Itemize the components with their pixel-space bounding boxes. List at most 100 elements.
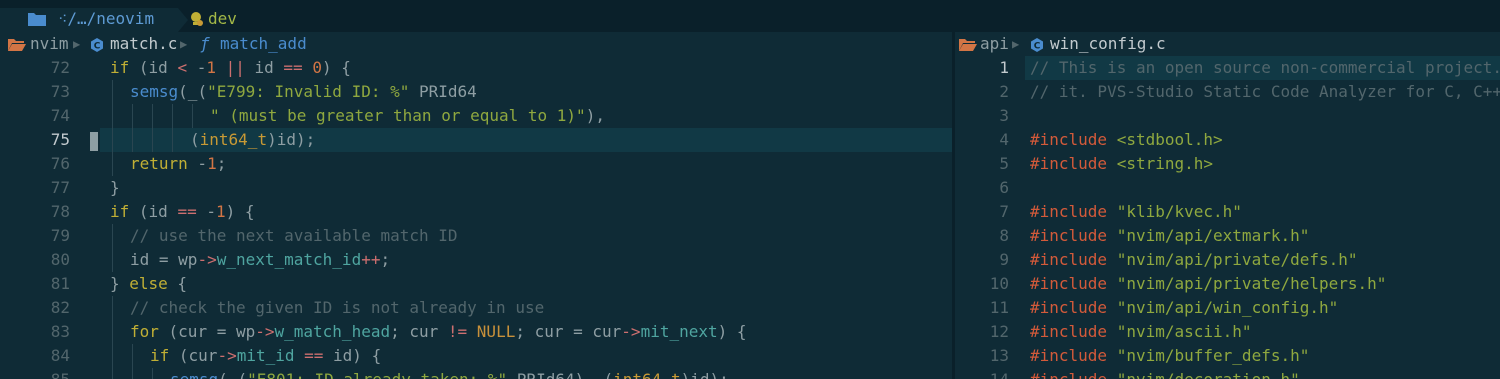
code-line[interactable]: 81 } else {: [0, 272, 952, 296]
code-text: #include "nvim/decoration.h": [1030, 370, 1300, 379]
tab-branch[interactable]: dev: [178, 8, 258, 32]
breadcrumb-file[interactable]: match.c: [110, 34, 177, 53]
line-number: 85: [0, 370, 70, 379]
right-winbar: api ▶ C win_config.c: [955, 32, 1500, 56]
code-line[interactable]: 73 semsg(_("E799: Invalid ID: %" PRId64: [0, 80, 952, 104]
folder-icon: [28, 13, 46, 26]
breadcrumb-chevron-icon: ▶: [73, 37, 81, 51]
code-line[interactable]: 77}: [0, 176, 952, 200]
indent-guide: [112, 224, 113, 248]
line-number: 12: [989, 322, 1009, 341]
breadcrumb-symbol[interactable]: match_add: [220, 34, 307, 53]
svg-text:C: C: [1034, 42, 1041, 52]
line-number: 80: [50, 250, 70, 269]
line-number: 3: [999, 106, 1009, 125]
code-line[interactable]: 1 // This is an open source non-commercia…: [955, 56, 1500, 80]
code-line[interactable]: 7 #include "klib/kvec.h": [955, 200, 1500, 224]
tab-cwd-label: ⁖/…/neovim: [58, 9, 155, 28]
breadcrumb-dir[interactable]: nvim: [30, 34, 69, 53]
line-number: 5: [999, 154, 1009, 173]
code-line[interactable]: 74 " (must be greater than or equal to 1)…: [0, 104, 952, 128]
line-number: 76: [50, 154, 70, 173]
code-line[interactable]: 2 // it. PVS-Studio Static Code Analyzer …: [955, 80, 1500, 104]
code-text: // it. PVS-Studio Static Code Analyzer f…: [1030, 82, 1500, 101]
code-line[interactable]: 75 (int64_t)id);: [0, 128, 952, 152]
editor-pane-left[interactable]: 72 if (id < -1 || id == 0) { 73 semsg(_("E7…: [0, 56, 952, 379]
code-text: } else {: [110, 274, 188, 293]
indent-guide: [172, 104, 173, 128]
editor-pane-right[interactable]: 1 // This is an open source non-commercia…: [955, 56, 1500, 379]
code-line[interactable]: 76 return -1;: [0, 152, 952, 176]
code-line[interactable]: 83 for (cur = wp->w_match_head; cur != NU…: [0, 320, 952, 344]
line-number: 13: [989, 346, 1009, 365]
code-line[interactable]: 78 if (id == -1) {: [0, 200, 952, 224]
indent-guide: [112, 248, 113, 272]
code-line[interactable]: 9 #include "nvim/api/private/defs.h": [955, 248, 1500, 272]
code-line[interactable]: 80 id = wp->w_next_match_id++;: [0, 248, 952, 272]
line-number: 4: [999, 130, 1009, 149]
code-text: #include <stdbool.h>: [1030, 130, 1223, 149]
line-number: 77: [50, 178, 70, 197]
line-number: 79: [50, 226, 70, 245]
code-line[interactable]: 10 #include "nvim/api/private/helpers.h": [955, 272, 1500, 296]
indent-guide: [112, 368, 113, 379]
line-number: 81: [50, 274, 70, 293]
line-number: 6: [999, 178, 1009, 197]
code-text: #include "klib/kvec.h": [1030, 202, 1242, 221]
code-line[interactable]: 13 #include "nvim/buffer_defs.h": [955, 344, 1500, 368]
indent-guide: [152, 104, 153, 128]
code-text: if (id == -1) {: [110, 202, 255, 221]
left-winbar: nvim ▶ C match.c ▶ ƒ match_add: [0, 32, 952, 56]
code-text: #include <string.h>: [1030, 154, 1214, 173]
breadcrumb-chevron-icon: ▶: [1012, 37, 1020, 51]
indent-guide: [112, 128, 113, 152]
line-number: 7: [999, 202, 1009, 221]
line-number: 72: [50, 58, 70, 77]
code-line[interactable]: 6: [955, 176, 1500, 200]
code-text: // check the given ID is not already in …: [130, 298, 545, 317]
breadcrumb-dir[interactable]: api: [980, 34, 1009, 53]
code-text: #include "nvim/api/private/helpers.h": [1030, 274, 1387, 293]
indent-guide: [132, 368, 133, 379]
line-number: 8: [999, 226, 1009, 245]
code-line[interactable]: 4 #include <stdbool.h>: [955, 128, 1500, 152]
indent-guide: [172, 128, 173, 152]
code-line[interactable]: 3: [955, 104, 1500, 128]
indent-guide: [132, 128, 133, 152]
code-line[interactable]: 5 #include <string.h>: [955, 152, 1500, 176]
indent-guide: [132, 344, 133, 368]
line-number: 82: [50, 298, 70, 317]
breadcrumb-file[interactable]: win_config.c: [1050, 34, 1166, 53]
code-text: id = wp->w_next_match_id++;: [130, 250, 391, 269]
indent-guide: [152, 368, 153, 379]
code-line[interactable]: 82 // check the given ID is not already i…: [0, 296, 952, 320]
indent-guide: [112, 320, 113, 344]
tab-cwd[interactable]: ⁖/…/neovim: [0, 8, 188, 32]
indent-guide: [112, 80, 113, 104]
code-text: #include "nvim/buffer_defs.h": [1030, 346, 1310, 365]
code-line[interactable]: 14 #include "nvim/decoration.h": [955, 368, 1500, 379]
code-line[interactable]: 8 #include "nvim/api/extmark.h": [955, 224, 1500, 248]
code-line[interactable]: 84 if (cur->mit_id == id) {: [0, 344, 952, 368]
line-number: 73: [50, 82, 70, 101]
code-text: // use the next available match ID: [130, 226, 458, 245]
code-line[interactable]: 12 #include "nvim/ascii.h": [955, 320, 1500, 344]
folder-open-icon: [959, 39, 977, 51]
code-text: semsg(_("E799: Invalid ID: %" PRId64: [130, 82, 477, 101]
c-file-icon: C: [91, 38, 103, 52]
code-line[interactable]: 85 semsg(_("E801: ID already taken: %" PR…: [0, 368, 952, 379]
tab-branch-label: dev: [208, 9, 237, 28]
code-text: #include "nvim/api/extmark.h": [1030, 226, 1310, 245]
line-number: 9: [999, 250, 1009, 269]
code-line[interactable]: 72 if (id < -1 || id == 0) {: [0, 56, 952, 80]
code-line[interactable]: 79 // use the next available match ID: [0, 224, 952, 248]
code-line[interactable]: 11 #include "nvim/api/win_config.h": [955, 296, 1500, 320]
function-icon: ƒ: [200, 34, 210, 53]
line-number: 84: [50, 346, 70, 365]
indent-guide: [112, 296, 113, 320]
code-text: #include "nvim/api/private/defs.h": [1030, 250, 1358, 269]
indent-guide: [192, 104, 193, 128]
line-number: 83: [50, 322, 70, 341]
lightbulb-icon: [191, 12, 203, 26]
code-text: // This is an open source non-commercial…: [1030, 58, 1500, 77]
